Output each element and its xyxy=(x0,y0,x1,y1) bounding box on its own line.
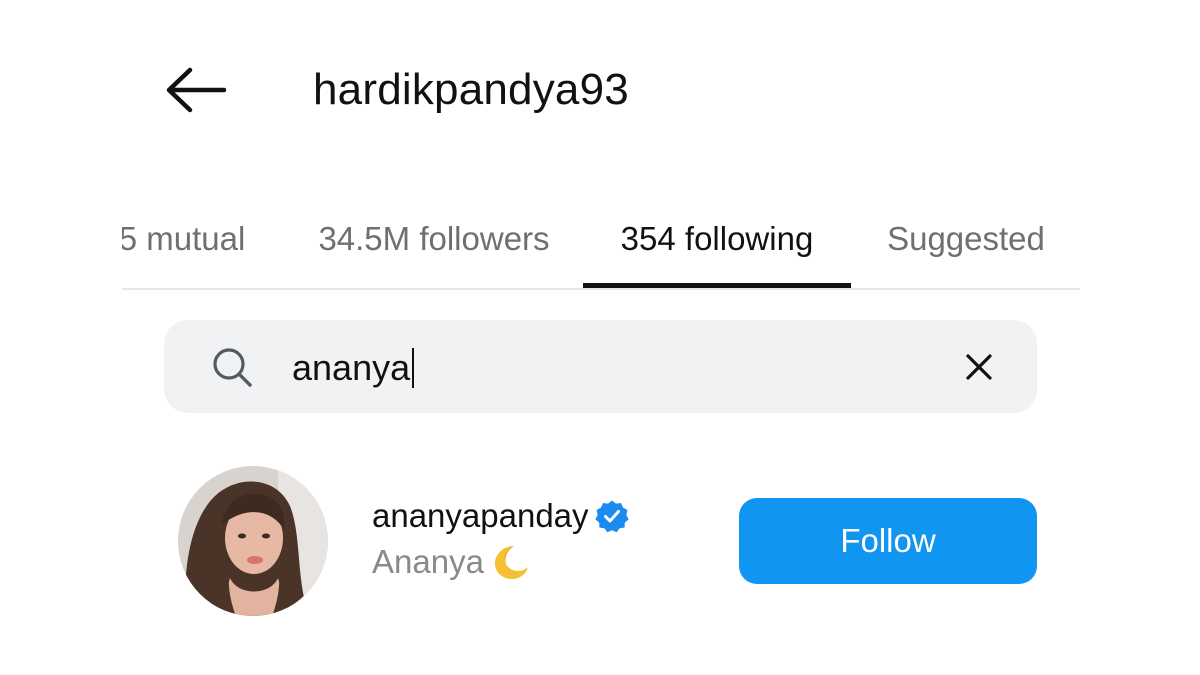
back-button[interactable] xyxy=(160,62,232,118)
crescent-moon-icon xyxy=(492,543,530,581)
avatar[interactable] xyxy=(178,466,328,616)
clear-search-button[interactable] xyxy=(960,348,998,386)
tab-followers[interactable]: 34.5M followers xyxy=(298,190,570,288)
page-title: hardikpandya93 xyxy=(313,65,629,114)
full-name: Ananya xyxy=(372,543,484,580)
tab-following[interactable]: 354 following xyxy=(583,190,851,288)
username: ananyapanday xyxy=(372,497,589,534)
tab-mutual[interactable]: 5 mutual xyxy=(122,190,252,288)
top-bar: hardikpandya93 xyxy=(0,0,1200,180)
text-cursor xyxy=(412,348,415,388)
search-result-row[interactable]: ananyapanday Ananya Follow xyxy=(164,460,1037,625)
verified-badge-icon xyxy=(594,499,629,533)
tab-suggested[interactable]: Suggested xyxy=(866,190,1066,288)
search-icon xyxy=(210,345,254,389)
search-bar[interactable]: ananya xyxy=(164,320,1037,413)
close-icon xyxy=(966,354,992,380)
arrow-left-icon xyxy=(166,67,227,113)
search-input[interactable]: ananya xyxy=(292,346,415,390)
tab-bar: 5 mutual 34.5M followers 354 following S… xyxy=(122,190,1080,290)
search-input-value: ananya xyxy=(292,347,411,388)
username-link[interactable]: ananyapanday xyxy=(372,496,629,536)
active-tab-indicator xyxy=(583,283,851,288)
full-name-row: Ananya xyxy=(372,542,530,582)
follow-button[interactable]: Follow xyxy=(739,498,1037,584)
